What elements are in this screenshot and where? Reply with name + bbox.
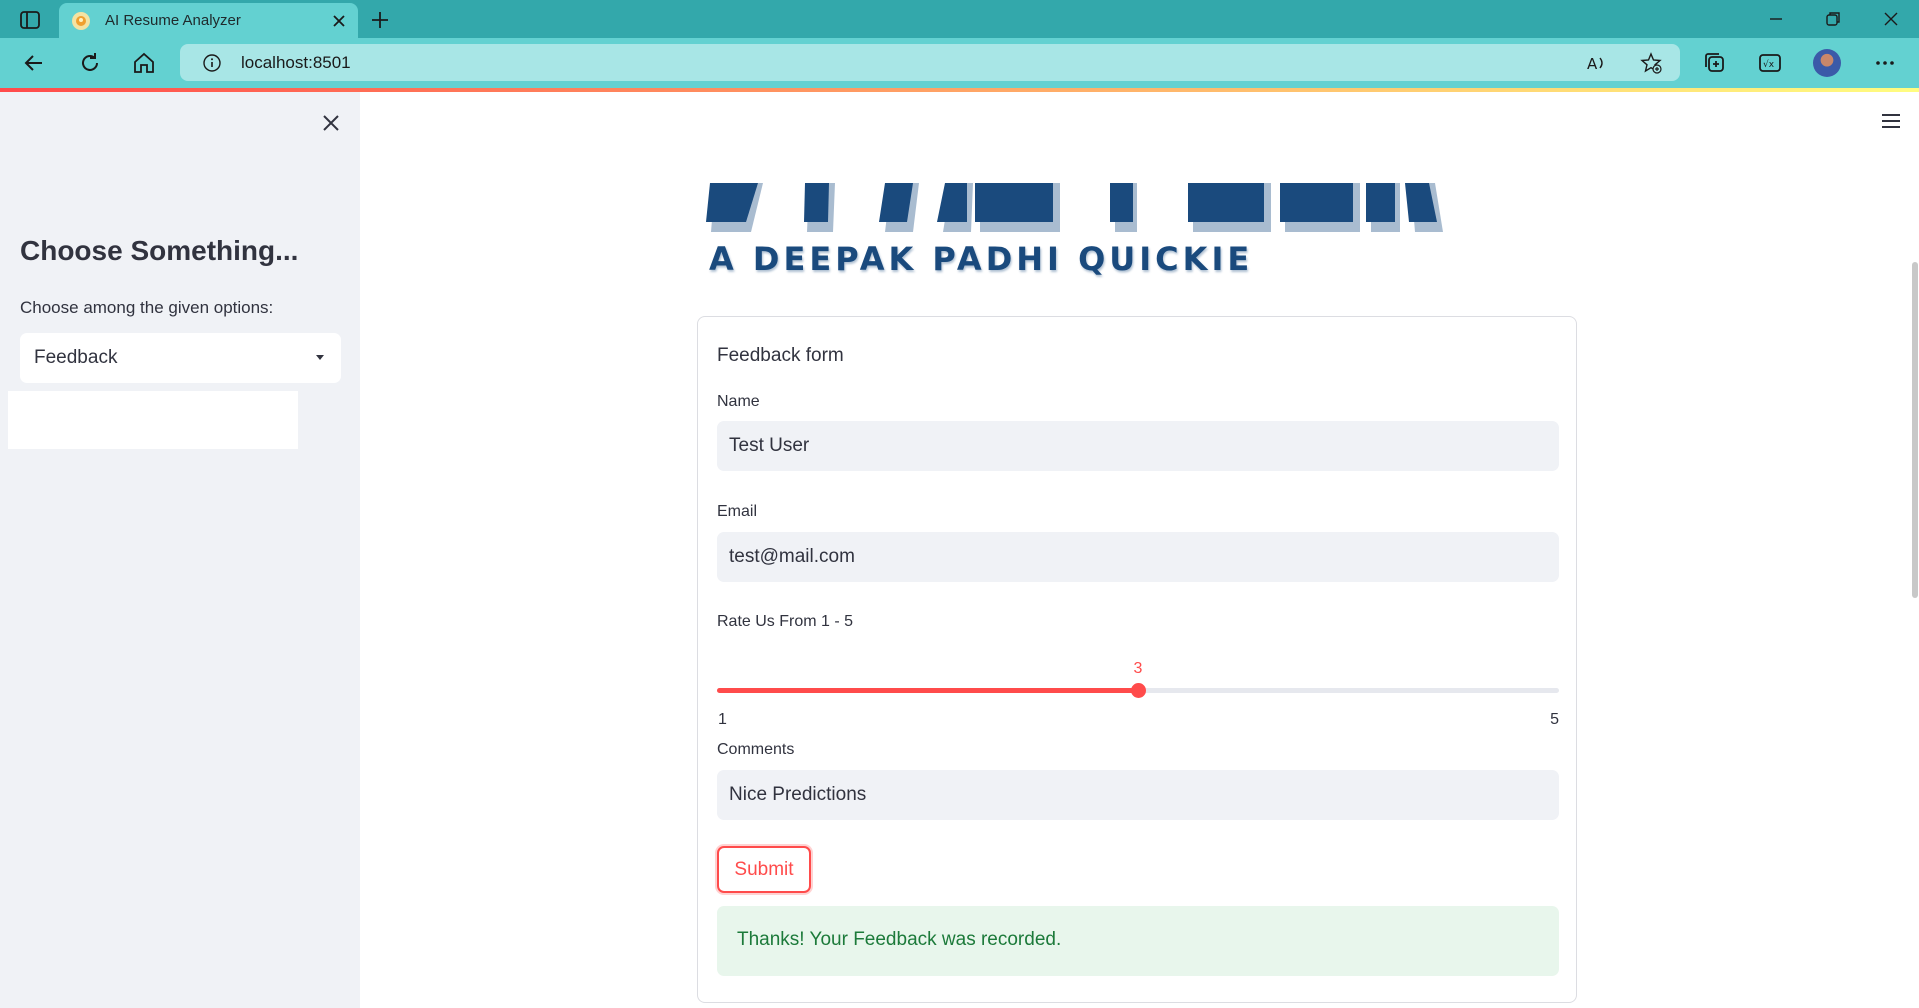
profile-avatar[interactable]	[1813, 49, 1841, 77]
comments-input[interactable]	[717, 770, 1559, 820]
hamburger-menu-icon[interactable]	[1879, 111, 1903, 131]
scrollbar[interactable]	[1912, 262, 1918, 598]
close-sidebar-icon[interactable]	[319, 111, 343, 135]
restore-icon[interactable]	[1823, 9, 1843, 29]
success-alert: Thanks! Your Feedback was recorded.	[717, 906, 1559, 976]
home-icon[interactable]	[132, 51, 156, 75]
options-select[interactable]: Feedback	[20, 333, 341, 383]
submit-button[interactable]: Submit	[717, 846, 811, 893]
rating-label: Rate Us From 1 - 5	[717, 613, 854, 630]
minimize-icon[interactable]	[1766, 9, 1786, 29]
slider-value: 3	[1133, 660, 1143, 677]
sidebar-blank-panel	[8, 391, 298, 449]
rating-slider[interactable]: 3 1 5	[717, 655, 1559, 728]
app-subtitle: A DEEPAK PADHI QUICKIE	[709, 240, 1254, 278]
main-content: A DEEPAK PADHI QUICKIE Feedback form Nam…	[360, 92, 1919, 1008]
window-close-icon[interactable]	[1881, 9, 1901, 29]
refresh-icon[interactable]	[78, 51, 102, 75]
extension-icon[interactable]: √x	[1758, 51, 1782, 75]
slider-min-label: 1	[718, 711, 727, 728]
tab-close-icon[interactable]	[330, 12, 348, 30]
tab-title: AI Resume Analyzer	[105, 12, 241, 29]
sidebar: Choose Something... Choose among the giv…	[0, 92, 360, 1008]
browser-tab[interactable]: AI Resume Analyzer	[59, 3, 358, 38]
success-message: Thanks! Your Feedback was recorded.	[737, 929, 1062, 950]
site-info-icon[interactable]	[202, 53, 222, 73]
chevron-down-icon	[313, 350, 327, 364]
name-label: Name	[717, 393, 760, 410]
streamlit-favicon-icon	[72, 12, 90, 30]
svg-text:A: A	[1587, 55, 1598, 73]
back-arrow-icon[interactable]	[22, 51, 46, 75]
comments-label: Comments	[717, 741, 795, 758]
email-input[interactable]	[717, 532, 1559, 582]
browser-toolbar: localhost:8501 A √x	[0, 38, 1919, 88]
svg-text:√x: √x	[1763, 59, 1775, 70]
email-label: Email	[717, 503, 758, 520]
tab-actions-icon[interactable]	[16, 9, 44, 31]
new-tab-icon[interactable]	[369, 9, 391, 31]
name-input[interactable]	[717, 421, 1559, 471]
feedback-form: Feedback form Name Email Rate Us From 1 …	[697, 316, 1577, 1003]
url-text: localhost:8501	[241, 53, 351, 72]
add-favorite-icon[interactable]	[1640, 52, 1662, 74]
browser-tab-bar: AI Resume Analyzer	[0, 0, 1919, 38]
slider-max-label: 5	[1550, 711, 1559, 728]
more-menu-icon[interactable]	[1873, 51, 1897, 75]
slider-thumb[interactable]	[1131, 683, 1146, 698]
read-aloud-icon[interactable]: A	[1585, 52, 1607, 74]
logo-banner	[705, 147, 1480, 240]
form-title: Feedback form	[717, 345, 844, 366]
collections-icon[interactable]	[1703, 51, 1727, 75]
slider-fill	[717, 688, 1138, 693]
select-label: Choose among the given options:	[20, 298, 274, 317]
select-value: Feedback	[34, 347, 118, 368]
sidebar-heading: Choose Something...	[20, 235, 299, 266]
address-bar[interactable]: localhost:8501 A	[180, 44, 1680, 81]
